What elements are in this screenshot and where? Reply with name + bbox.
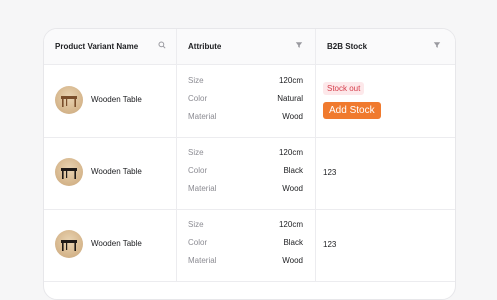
stock-value: 123 [323, 168, 337, 177]
attribute-color: Color Black [188, 238, 303, 250]
column-title: B2B Stock [327, 42, 368, 51]
table-row[interactable]: Wooden Table Size 120cm Color Black Mate… [44, 209, 455, 282]
column-header-attribute[interactable]: Attribute [177, 29, 316, 64]
attribute-size: Size 120cm [188, 76, 303, 88]
attribute-size: Size 120cm [188, 220, 303, 232]
column-header-product-variant-name[interactable]: Product Variant Name [44, 29, 177, 64]
attribute-key: Material [188, 184, 217, 193]
attribute-color: Color Natural [188, 94, 303, 106]
variant-table: Product Variant Name Attribute B2B Stock [43, 28, 456, 300]
filter-icon[interactable] [295, 41, 303, 49]
attribute-value: 120cm [278, 148, 303, 157]
attribute-value: 120cm [278, 76, 303, 85]
attribute-value: Natural [277, 94, 303, 103]
attribute-value: Wood [282, 112, 303, 121]
attribute-size: Size 120cm [188, 148, 303, 160]
attribute-material: Material Wood [188, 184, 303, 196]
attribute-color: Color Black [188, 166, 303, 178]
attribute-value: Wood [282, 184, 303, 193]
attribute-cell: Size 120cm Color Black Material Wood [177, 209, 316, 281]
product-name: Wooden Table [91, 95, 142, 104]
column-title: Product Variant Name [55, 42, 139, 51]
search-icon[interactable] [158, 41, 166, 49]
attribute-key: Color [188, 94, 208, 103]
attribute-key: Material [188, 256, 217, 265]
product-name: Wooden Table [91, 239, 142, 248]
product-thumbnail [55, 158, 83, 186]
attribute-cell: Size 120cm Color Natural Material Wood [177, 65, 316, 137]
product-cell: Wooden Table [44, 137, 177, 209]
attribute-value: Black [283, 238, 303, 247]
stock-value: 123 [323, 240, 337, 249]
table-header: Product Variant Name Attribute B2B Stock [44, 29, 455, 65]
attribute-key: Size [188, 220, 204, 229]
stock-out-badge: Stock out [323, 82, 365, 95]
attribute-material: Material Wood [188, 112, 303, 124]
attribute-value: Wood [282, 256, 303, 265]
add-stock-button[interactable]: Add Stock [323, 102, 381, 119]
filter-icon[interactable] [433, 41, 441, 49]
attribute-key: Size [188, 148, 204, 157]
attribute-key: Color [188, 166, 208, 175]
product-name: Wooden Table [91, 167, 142, 176]
stock-cell: 123 [316, 137, 455, 209]
product-cell: Wooden Table [44, 209, 177, 281]
table-image [61, 240, 77, 251]
table-row[interactable]: Wooden Table Size 120cm Color Natural Ma… [44, 65, 455, 138]
stock-cell: Stock out Add Stock [316, 65, 455, 137]
attribute-material: Material Wood [188, 256, 303, 268]
table-image [61, 96, 77, 107]
table-row[interactable]: Wooden Table Size 120cm Color Black Mate… [44, 137, 455, 210]
product-thumbnail [55, 86, 83, 114]
stock-cell: 123 [316, 209, 455, 281]
table-image [61, 168, 77, 179]
attribute-key: Material [188, 112, 217, 121]
column-title: Attribute [188, 42, 222, 51]
attribute-key: Color [188, 238, 208, 247]
attribute-cell: Size 120cm Color Black Material Wood [177, 137, 316, 209]
attribute-key: Size [188, 76, 204, 85]
product-cell: Wooden Table [44, 65, 177, 137]
column-header-b2b-stock[interactable]: B2B Stock [316, 29, 455, 64]
attribute-value: 120cm [278, 220, 303, 229]
product-thumbnail [55, 230, 83, 258]
attribute-value: Black [283, 166, 303, 175]
